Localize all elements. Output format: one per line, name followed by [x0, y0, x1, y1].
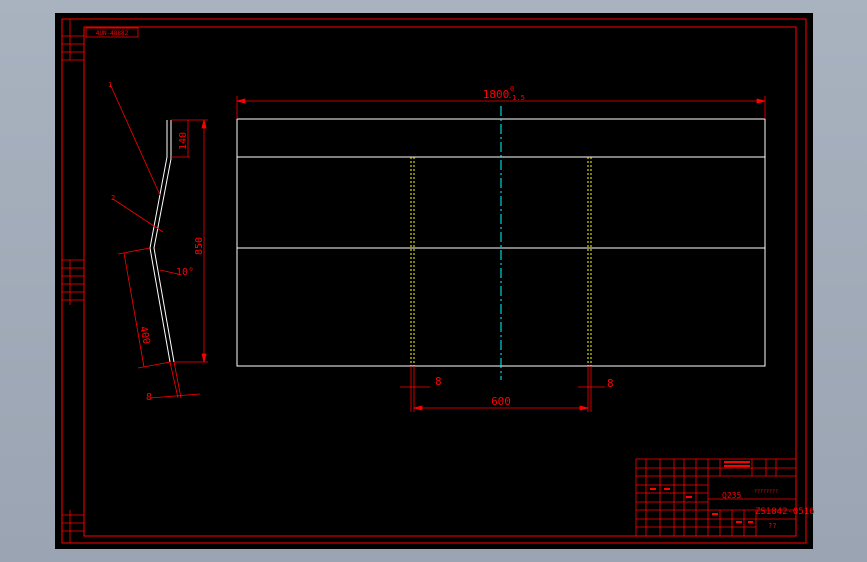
- drawing-sheet: [55, 13, 813, 549]
- title-drawing-no: ZS1842-0516: [755, 507, 815, 517]
- dim-tol-lower: -1.5: [508, 94, 525, 102]
- leader-label-1: 1: [108, 81, 112, 89]
- title-company: ????????: [754, 489, 778, 495]
- dim-top-segment-text: 140: [178, 132, 189, 150]
- dim-center-span-text: 600: [491, 395, 511, 408]
- cad-viewport[interactable]: 4UN-48882 1800 0 -1.5 8 8 600 140 850 40…: [0, 0, 867, 562]
- dim-overall-height-text: 850: [194, 237, 205, 255]
- drawing-canvas: 4UN-48882 1800 0 -1.5 8 8 600 140 850 40…: [55, 13, 815, 549]
- dim-thickness-text: 8: [146, 392, 152, 403]
- leader-label-2: 2: [111, 194, 115, 202]
- dim-right-gap-text: 8: [607, 377, 614, 390]
- dim-left-gap-text: 8: [435, 375, 442, 388]
- stamp-text: 4UN-48882: [96, 30, 129, 37]
- title-scale: ??: [768, 522, 776, 530]
- dim-tol-upper: 0: [510, 85, 514, 93]
- dim-total-length-text: 1800: [483, 88, 510, 101]
- dim-angle-text: 10°: [176, 267, 194, 278]
- title-material: Q235: [722, 491, 741, 500]
